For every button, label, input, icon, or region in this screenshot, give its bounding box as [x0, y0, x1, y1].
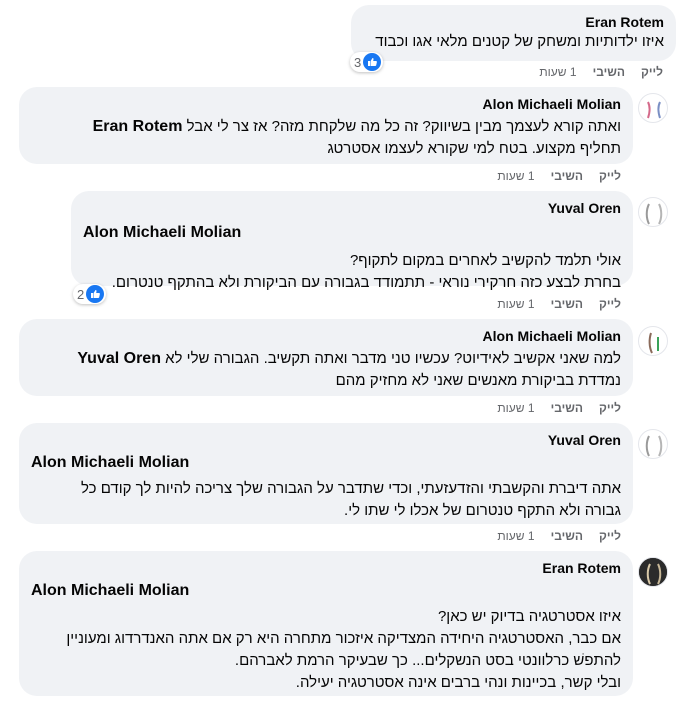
comment-text: ובלי קשר, בכיינות ונהי ברבים אינה אסטרטג…: [295, 674, 621, 691]
comment-text: ואתה קורא לעצמך מבין בשיווק? זה כל מה של…: [186, 118, 621, 135]
reply-button[interactable]: השיבי: [593, 65, 625, 79]
reply-button[interactable]: השיבי: [551, 297, 583, 311]
reply-button[interactable]: השיבי: [551, 169, 583, 183]
tagged-user-link[interactable]: Alon Michaeli Molian: [31, 454, 189, 471]
like-button[interactable]: לייק: [599, 529, 621, 543]
comment-author[interactable]: Alon Michaeli Molian: [31, 327, 621, 345]
comment-actions: לייק השיבי 1 שעות: [497, 297, 621, 311]
comment-text: תחליף מקצוע. בטח למי שקורא לעצמו אסטרטג: [327, 140, 621, 157]
comment-text: למה שאני אקשיב לאידיוט? עכשיו טני מדבר ו…: [160, 350, 621, 367]
comment-author[interactable]: Eran Rotem: [363, 13, 664, 31]
like-button[interactable]: לייק: [641, 65, 663, 79]
comment-actions: לייק השיבי 1 שעות: [497, 169, 621, 183]
comment-text: גבורה ולא התקף טנטרום של אכלו לי שתו לי.: [344, 502, 621, 519]
comment-bubble: Yuval Oren Alon Michaeli Molian אתה דיבר…: [19, 423, 633, 524]
comment-actions: לייק השיבי 1 שעות: [497, 401, 621, 415]
comment-text: איזו אסטרטגיה בדיוק יש כאן?: [437, 608, 621, 625]
comment-actions: לייק השיבי 1 שעות: [539, 65, 663, 79]
like-button[interactable]: לייק: [599, 401, 621, 415]
comment-author[interactable]: Yuval Oren: [31, 431, 621, 449]
tagged-user-link[interactable]: Alon Michaeli Molian: [31, 582, 189, 599]
avatar[interactable]: [638, 557, 668, 587]
like-button[interactable]: לייק: [599, 297, 621, 311]
comment-text: להתפשׁ כרלוונטי בסט הנשקלים... כך שבעיקר…: [234, 652, 621, 669]
comment-bubble: Alon Michaeli Molian ואתה קורא לעצמך מבי…: [19, 87, 633, 164]
reply-button[interactable]: השיבי: [551, 529, 583, 543]
comment-text: איזו ילדותיות ומשחק של קטנים מלאי אגו וכ…: [375, 33, 664, 50]
thumbs-up-icon: [86, 285, 105, 303]
tagged-user-link[interactable]: Alon Michaeli Molian: [83, 224, 241, 241]
tagged-user-link[interactable]: Eran Rotem: [93, 118, 183, 135]
reply-button[interactable]: השיבי: [551, 401, 583, 415]
comment-actions: לייק השיבי 1 שעות: [497, 529, 621, 543]
avatar[interactable]: [638, 429, 668, 459]
comment-author[interactable]: Yuval Oren: [83, 199, 621, 217]
like-button[interactable]: לייק: [599, 169, 621, 183]
avatar[interactable]: [638, 197, 668, 227]
comment-timestamp[interactable]: 1 שעות: [539, 65, 576, 79]
thumbs-up-icon: [363, 53, 382, 71]
comment-timestamp[interactable]: 1 שעות: [497, 529, 534, 543]
comment-text: בחרת לבצע כזה חרקירי נוראי - תתמודד בגבו…: [111, 274, 621, 291]
avatar[interactable]: [638, 326, 668, 356]
comment-text: אולי תלמד להקשיב לאחרים במקום לתקוף?: [349, 252, 621, 269]
comment-author[interactable]: Alon Michaeli Molian: [31, 95, 621, 113]
comment-timestamp[interactable]: 1 שעות: [497, 297, 534, 311]
comment-text: אתה דיברת והקשבתי והזדעזעתי, וכדי שתדבר …: [81, 480, 621, 497]
comment-bubble: Alon Michaeli Molian למה שאני אקשיב לאיד…: [19, 319, 633, 396]
comment-bubble: Eran Rotem Alon Michaeli Molian איזו אסט…: [19, 551, 633, 696]
comment-timestamp[interactable]: 1 שעות: [497, 169, 534, 183]
avatar[interactable]: [638, 93, 668, 123]
reaction-count-label: 3: [354, 54, 362, 70]
reaction-count[interactable]: 3: [350, 52, 384, 72]
comment-author[interactable]: Eran Rotem: [31, 559, 621, 577]
comment-bubble: Yuval Oren Alon Michaeli Molian אולי תלמ…: [71, 191, 633, 291]
comment-text: נמדדת בביקורת מאנשים שאני לא מחזיק מהם: [335, 372, 621, 389]
comment-text: אם כבר, האסטרטגיה היחידה המצדיקה איזכור …: [66, 630, 621, 647]
tagged-user-link[interactable]: Yuval Oren: [77, 350, 161, 367]
reaction-count-label: 2: [77, 286, 85, 302]
reaction-count[interactable]: 2: [73, 284, 107, 304]
comment-timestamp[interactable]: 1 שעות: [497, 401, 534, 415]
comment-bubble: Eran Rotem איזו ילדותיות ומשחק של קטנים …: [351, 5, 676, 61]
